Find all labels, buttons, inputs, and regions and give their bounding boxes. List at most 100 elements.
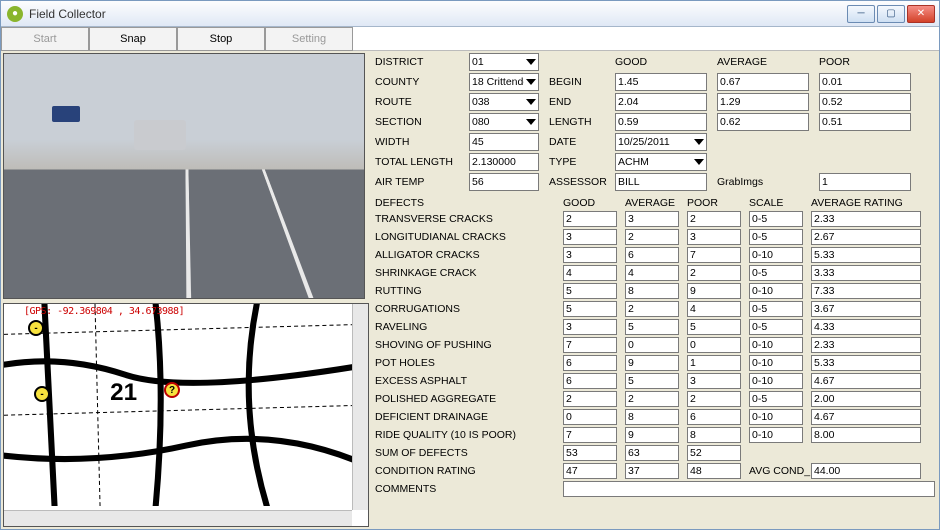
defect-poor[interactable] bbox=[687, 337, 741, 353]
defect-poor[interactable] bbox=[687, 409, 741, 425]
defect-rating bbox=[811, 265, 921, 281]
defect-avg[interactable] bbox=[625, 211, 679, 227]
defect-poor[interactable] bbox=[687, 427, 741, 443]
district-select[interactable]: 01 bbox=[469, 53, 539, 71]
start-button[interactable]: Start bbox=[1, 27, 89, 51]
length-avg[interactable] bbox=[717, 113, 809, 131]
defect-good[interactable] bbox=[563, 427, 617, 443]
county-select[interactable]: 18 Crittenden bbox=[469, 73, 539, 91]
cond-poor bbox=[687, 463, 741, 479]
defect-poor[interactable] bbox=[687, 391, 741, 407]
length-good[interactable] bbox=[615, 113, 707, 131]
county-label: COUNTY bbox=[375, 76, 459, 88]
minimize-button[interactable]: ─ bbox=[847, 5, 875, 23]
map-vscroll[interactable] bbox=[352, 304, 368, 510]
snap-button[interactable]: Snap bbox=[89, 27, 177, 51]
defect-good[interactable] bbox=[563, 391, 617, 407]
poor-header: POOR bbox=[819, 56, 911, 68]
defect-rating bbox=[811, 319, 921, 335]
close-button[interactable]: ✕ bbox=[907, 5, 935, 23]
defect-rating bbox=[811, 355, 921, 371]
grabimgs-input[interactable] bbox=[819, 173, 911, 191]
map-current-marker[interactable]: ? bbox=[164, 382, 180, 398]
date-select[interactable]: 10/25/2011 bbox=[615, 133, 707, 151]
defect-poor[interactable] bbox=[687, 211, 741, 227]
defect-poor[interactable] bbox=[687, 319, 741, 335]
defect-good[interactable] bbox=[563, 373, 617, 389]
defect-good[interactable] bbox=[563, 301, 617, 317]
setting-button[interactable]: Setting bbox=[265, 27, 353, 51]
defect-good[interactable] bbox=[563, 355, 617, 371]
airtemp-input[interactable] bbox=[469, 173, 539, 191]
defect-poor[interactable] bbox=[687, 355, 741, 371]
map-marker[interactable]: - bbox=[28, 320, 44, 336]
cond-avg bbox=[625, 463, 679, 479]
defect-avg[interactable] bbox=[625, 391, 679, 407]
defect-scale bbox=[749, 211, 803, 227]
defect-avg[interactable] bbox=[625, 247, 679, 263]
begin-avg[interactable] bbox=[717, 73, 809, 91]
map-marker[interactable]: - bbox=[34, 386, 50, 402]
defect-poor[interactable] bbox=[687, 373, 741, 389]
defect-avg[interactable] bbox=[625, 319, 679, 335]
defect-good[interactable] bbox=[563, 337, 617, 353]
avg-col: AVERAGE bbox=[625, 197, 679, 209]
defect-good[interactable] bbox=[563, 265, 617, 281]
defect-name: DEFICIENT DRAINAGE bbox=[375, 411, 555, 423]
defect-avg[interactable] bbox=[625, 301, 679, 317]
route-select[interactable]: 038 bbox=[469, 93, 539, 111]
defect-rating bbox=[811, 283, 921, 299]
width-label: WIDTH bbox=[375, 136, 459, 148]
defect-good[interactable] bbox=[563, 409, 617, 425]
width-input[interactable] bbox=[469, 133, 539, 151]
map-roads: 21 bbox=[4, 304, 368, 506]
type-select[interactable]: ACHM bbox=[615, 153, 707, 171]
total-length-input[interactable] bbox=[469, 153, 539, 171]
defect-poor[interactable] bbox=[687, 229, 741, 245]
defect-scale bbox=[749, 409, 803, 425]
poor-col: POOR bbox=[687, 197, 741, 209]
end-avg[interactable] bbox=[717, 93, 809, 111]
defect-good[interactable] bbox=[563, 319, 617, 335]
defect-good[interactable] bbox=[563, 229, 617, 245]
defect-avg[interactable] bbox=[625, 409, 679, 425]
defect-avg[interactable] bbox=[625, 265, 679, 281]
defect-name: ALLIGATOR CRACKS bbox=[375, 249, 555, 261]
comments-input[interactable] bbox=[563, 481, 935, 497]
app-icon: ● bbox=[7, 6, 23, 22]
avgcond-value bbox=[811, 463, 921, 479]
defect-rating bbox=[811, 247, 921, 263]
maximize-button[interactable]: ▢ bbox=[877, 5, 905, 23]
defect-good[interactable] bbox=[563, 247, 617, 263]
defect-rating bbox=[811, 409, 921, 425]
end-poor[interactable] bbox=[819, 93, 911, 111]
defect-poor[interactable] bbox=[687, 247, 741, 263]
length-label: LENGTH bbox=[549, 116, 605, 128]
scale-col: SCALE bbox=[749, 197, 803, 209]
map-view[interactable]: 21 [GPS: -92.369804 , 34.673988] - - ? bbox=[3, 303, 369, 527]
section-label: SECTION bbox=[375, 116, 459, 128]
section-select[interactable]: 080 bbox=[469, 113, 539, 131]
defect-avg[interactable] bbox=[625, 337, 679, 353]
length-poor[interactable] bbox=[819, 113, 911, 131]
assessor-input[interactable] bbox=[615, 173, 707, 191]
begin-good[interactable] bbox=[615, 73, 707, 91]
map-hscroll[interactable] bbox=[4, 510, 352, 526]
defect-avg[interactable] bbox=[625, 373, 679, 389]
defect-good[interactable] bbox=[563, 211, 617, 227]
defect-poor[interactable] bbox=[687, 301, 741, 317]
defect-name: EXCESS ASPHALT bbox=[375, 375, 555, 387]
defect-poor[interactable] bbox=[687, 265, 741, 281]
vehicle bbox=[52, 106, 80, 122]
defect-avg[interactable] bbox=[625, 355, 679, 371]
defect-avg[interactable] bbox=[625, 283, 679, 299]
defect-avg[interactable] bbox=[625, 427, 679, 443]
end-good[interactable] bbox=[615, 93, 707, 111]
defect-poor[interactable] bbox=[687, 283, 741, 299]
defect-avg[interactable] bbox=[625, 229, 679, 245]
defect-good[interactable] bbox=[563, 283, 617, 299]
stop-button[interactable]: Stop bbox=[177, 27, 265, 51]
grabimgs-label: GrabImgs bbox=[717, 176, 809, 188]
gps-readout: [GPS: -92.369804 , 34.673988] bbox=[24, 306, 184, 317]
begin-poor[interactable] bbox=[819, 73, 911, 91]
